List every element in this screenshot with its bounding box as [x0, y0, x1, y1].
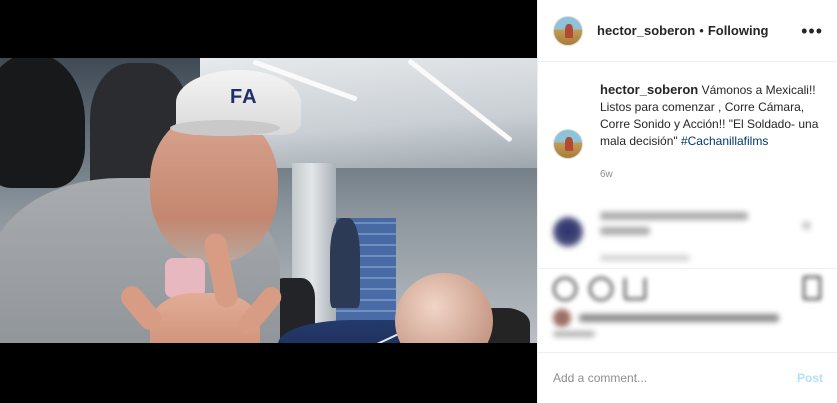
post-time-ago[interactable]: 6w	[600, 169, 823, 180]
likes-summary-blurred	[553, 306, 823, 328]
comments-section[interactable]: hector_soberon Vámonos a Mexicali!! List…	[538, 63, 837, 268]
photo-shirt	[165, 258, 205, 298]
comment-icon[interactable]	[589, 277, 613, 301]
action-icons-row	[553, 272, 823, 306]
post-date-blurred	[553, 328, 823, 340]
photo-person-left	[0, 58, 85, 188]
photo-cap-brim	[170, 120, 280, 136]
post-actions	[538, 268, 837, 350]
post-details-panel: hector_soberon • Following ••• hector_so…	[537, 0, 837, 403]
author-avatar[interactable]	[553, 15, 583, 46]
post-media[interactable]: FA	[0, 0, 537, 403]
comment-input[interactable]	[553, 371, 797, 385]
likes-avatar	[553, 309, 571, 327]
heart-icon[interactable]	[553, 277, 577, 301]
post-comment-button[interactable]: Post	[797, 371, 823, 385]
comment-text-blurred	[600, 227, 650, 235]
comment-like-icon	[802, 221, 811, 230]
caption-text: hector_soberon Vámonos a Mexicali!! List…	[600, 81, 823, 159]
bookmark-icon[interactable]	[803, 276, 821, 300]
comment-text-blurred	[600, 212, 748, 220]
caption-author-avatar[interactable]	[553, 129, 583, 159]
add-comment-bar: Post	[538, 352, 837, 403]
comment-meta-blurred	[600, 255, 690, 261]
author-username-link[interactable]: hector_soberon	[597, 23, 695, 38]
share-icon[interactable]	[624, 278, 646, 300]
hashtag-link[interactable]: #Cachanillafilms	[681, 134, 768, 148]
post-header: hector_soberon • Following •••	[538, 0, 837, 62]
photo-bald-head	[395, 273, 493, 343]
photo-bystander	[330, 218, 360, 308]
photo-cap-logo: FA	[230, 86, 258, 108]
caption-username-link[interactable]: hector_soberon	[600, 82, 698, 97]
blurred-comment	[553, 197, 823, 267]
following-button[interactable]: Following	[708, 23, 769, 38]
post-photo[interactable]: FA	[0, 58, 537, 343]
likes-text-blurred	[579, 314, 779, 322]
comment-avatar	[553, 217, 583, 247]
more-options-icon[interactable]: •••	[801, 22, 823, 40]
post-caption: hector_soberon Vámonos a Mexicali!! List…	[553, 81, 823, 159]
header-separator: •	[699, 23, 704, 38]
